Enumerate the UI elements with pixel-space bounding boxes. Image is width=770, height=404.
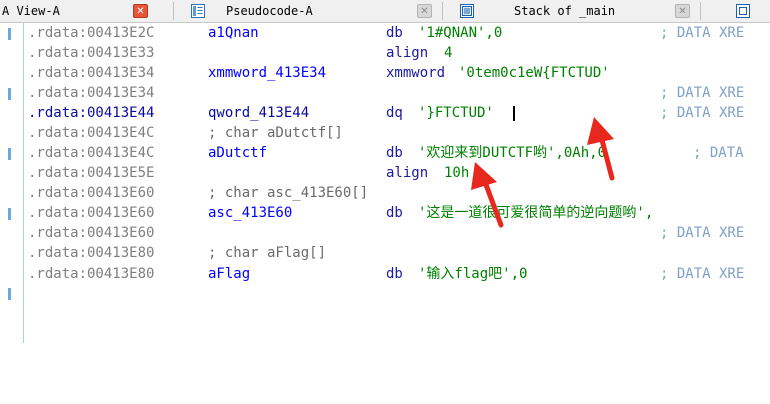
listing-line[interactable]: .rdata:00413E60 ; DATA XRE bbox=[28, 223, 770, 243]
close-icon[interactable]: ✕ bbox=[133, 4, 148, 18]
operand[interactable]: '这是一道很可爱很简单的逆向题哟', bbox=[418, 203, 653, 223]
type-comment: ; char aDutctf[] bbox=[208, 125, 343, 141]
listing-line[interactable]: .rdata:00413E33 align 4 bbox=[28, 43, 770, 63]
operand[interactable]: '0tem0c1eW{FTCTUD' bbox=[458, 63, 610, 83]
operand: 10h bbox=[444, 165, 470, 181]
listing-line[interactable]: .rdata:00413E4C ; char aDutctf[] bbox=[28, 123, 770, 143]
operand[interactable]: '1#QNAN',0 bbox=[418, 23, 502, 43]
mnemonic: align bbox=[386, 165, 429, 181]
operand[interactable]: '}FTCTUD' bbox=[418, 103, 494, 123]
data-label[interactable]: aFlag bbox=[208, 264, 250, 284]
tab-pseudocode[interactable]: Pseudocode-A bbox=[226, 0, 416, 22]
data-label[interactable]: asc_413E60 bbox=[208, 203, 292, 223]
pseudocode-icon bbox=[190, 3, 206, 19]
listing-line[interactable]: .rdata:00413E80 aFlag db '输入flag吧',0 ; D… bbox=[28, 264, 770, 284]
listing-line[interactable]: .rdata:00413E34 xmmword_413E34 xmmword '… bbox=[28, 63, 770, 83]
disassembly-listing[interactable]: .rdata:00413E2C a1Qnan db '1#QNAN',0 ; D… bbox=[0, 23, 770, 343]
address: .rdata:00413E34 bbox=[28, 65, 155, 81]
xref-marker bbox=[8, 28, 11, 40]
address: .rdata:00413E33 bbox=[28, 45, 155, 61]
listing-line[interactable]: .rdata:00413E34 ; DATA XRE bbox=[28, 83, 770, 103]
xref-marker bbox=[8, 208, 11, 220]
address: .rdata:00413E2C bbox=[28, 25, 155, 41]
listing-line[interactable]: .rdata:00413E60 ; char asc_413E60[] bbox=[28, 183, 770, 203]
address: .rdata:00413E34 bbox=[28, 85, 155, 101]
data-label[interactable]: qword_413E44 bbox=[208, 103, 309, 123]
address: .rdata:00413E4C bbox=[28, 125, 155, 141]
address: .rdata:00413E80 bbox=[28, 245, 155, 261]
tab-divider bbox=[700, 2, 701, 20]
type-comment: ; char aFlag[] bbox=[208, 245, 327, 261]
operand[interactable]: '欢迎来到DUTCTF哟',0Ah,0 bbox=[418, 143, 606, 163]
xref-comment[interactable]: ; DATA XRE bbox=[660, 103, 744, 123]
tab-stack-of-main[interactable]: Stack of _main bbox=[514, 0, 674, 22]
close-icon[interactable]: ✕ bbox=[417, 4, 432, 18]
mnemonic: db bbox=[386, 205, 403, 221]
tab-divider bbox=[442, 2, 443, 20]
gutter-line bbox=[23, 23, 24, 343]
xref-marker bbox=[8, 148, 11, 160]
mnemonic: db bbox=[386, 145, 403, 161]
stack-icon bbox=[459, 3, 475, 19]
xref-comment[interactable]: ; DATA XRE bbox=[660, 223, 744, 243]
xref-comment[interactable]: ; DATA XRE bbox=[660, 264, 744, 284]
address: .rdata:00413E60 bbox=[28, 185, 155, 201]
address: .rdata:00413E60 bbox=[28, 225, 155, 241]
data-label[interactable]: aDutctf bbox=[208, 143, 267, 163]
xref-comment[interactable]: ; DATA XRE bbox=[660, 23, 744, 43]
close-icon[interactable]: ✕ bbox=[675, 4, 690, 18]
text-cursor bbox=[512, 103, 515, 123]
hex-view-icon[interactable] bbox=[735, 3, 751, 19]
mnemonic: xmmword bbox=[386, 65, 446, 81]
tab-ida-view-label: A View-A bbox=[2, 4, 60, 18]
data-label[interactable]: a1Qnan bbox=[208, 23, 259, 43]
listing-gutter bbox=[0, 23, 18, 343]
operand: 4 bbox=[444, 45, 453, 61]
mnemonic: db bbox=[386, 266, 403, 282]
data-label[interactable]: xmmword_413E34 bbox=[208, 63, 326, 83]
address: .rdata:00413E80 bbox=[28, 266, 155, 282]
mnemonic: align bbox=[386, 45, 429, 61]
address: .rdata:00413E4C bbox=[28, 145, 155, 161]
tab-pseudocode-label: Pseudocode-A bbox=[226, 4, 313, 18]
mnemonic: db bbox=[386, 25, 403, 41]
tab-bar: A View-A ✕ Pseudocode-A ✕ Stack of _main… bbox=[0, 0, 770, 23]
listing-line[interactable]: .rdata:00413E80 ; char aFlag[] bbox=[28, 243, 770, 263]
mnemonic: dq bbox=[386, 105, 403, 121]
tab-stack-label: Stack of _main bbox=[514, 4, 616, 18]
xref-marker bbox=[8, 288, 11, 300]
listing-line[interactable]: .rdata:00413E4C aDutctf db '欢迎来到DUTCTF哟'… bbox=[28, 143, 770, 163]
xref-comment[interactable]: ; DATA bbox=[693, 143, 744, 163]
address: .rdata:00413E5E bbox=[28, 165, 155, 181]
listing-line[interactable]: .rdata:00413E2C a1Qnan db '1#QNAN',0 ; D… bbox=[28, 23, 770, 43]
tab-divider bbox=[173, 2, 174, 20]
xref-comment[interactable]: ; DATA XRE bbox=[660, 83, 744, 103]
xref-marker bbox=[8, 88, 11, 100]
listing-line-current[interactable]: .rdata:00413E44 qword_413E44 dq '}FTCTUD… bbox=[28, 103, 770, 123]
operand[interactable]: '输入flag吧',0 bbox=[418, 264, 527, 284]
listing-line[interactable]: .rdata:00413E5E align 10h bbox=[28, 163, 770, 183]
address: .rdata:00413E60 bbox=[28, 205, 155, 221]
address: .rdata:00413E44 bbox=[28, 105, 155, 121]
listing-line[interactable]: .rdata:00413E60 asc_413E60 db '这是一道很可爱很简… bbox=[28, 203, 770, 223]
type-comment: ; char asc_413E60[] bbox=[208, 185, 369, 201]
